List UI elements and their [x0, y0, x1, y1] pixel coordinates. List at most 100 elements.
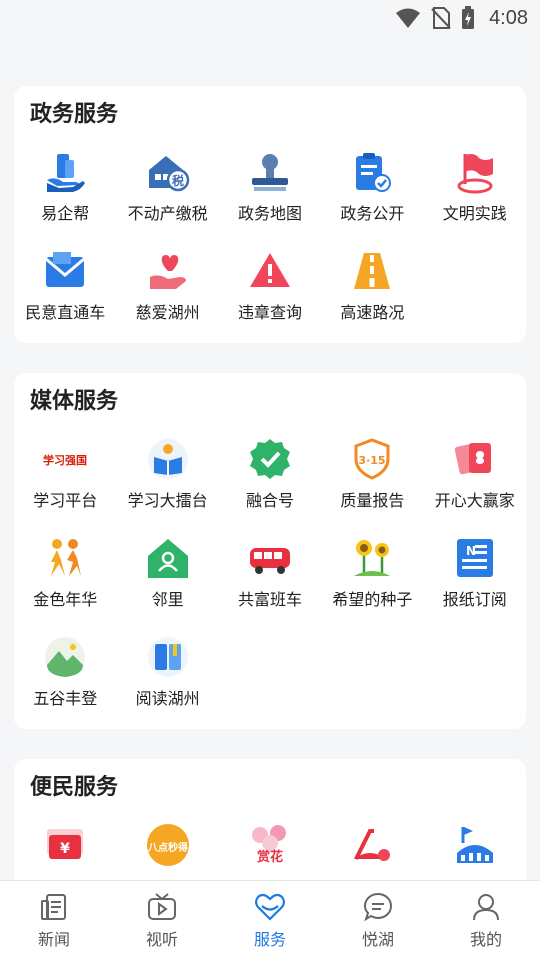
user-icon	[473, 894, 499, 921]
heart-hand-icon	[144, 247, 192, 295]
media-services-card: 媒体服务 学习强国 学习平台 学习大擂台 融合号 3·15 质量报告 开心大赢家…	[14, 373, 526, 729]
service-label: 报纸订阅	[442, 590, 507, 609]
house-tax-icon: 税	[144, 148, 192, 196]
xuexi-logo-icon: 学习强国	[41, 435, 89, 483]
service-label: 政务地图	[237, 204, 302, 223]
heart-services-icon	[255, 893, 285, 921]
service-neighbors[interactable]: 邻里	[116, 534, 218, 610]
service-highway-status[interactable]: 高速路况	[321, 247, 423, 323]
service-newspaper-subscribe[interactable]: N 报纸订阅	[424, 534, 526, 610]
service-quality-report[interactable]: 3·15 质量报告	[321, 435, 423, 511]
stadium-icon	[451, 821, 499, 869]
house-person-icon	[144, 534, 192, 582]
service-label: 学习大擂台	[127, 491, 208, 510]
service-label: 融合号	[245, 491, 294, 510]
news-icon	[41, 894, 66, 920]
tab-label: 新闻	[37, 930, 70, 949]
service-hope-seeds[interactable]: 希望的种子	[321, 534, 423, 610]
service-charity[interactable]: 慈爱湖州	[116, 247, 218, 323]
tab-yuehu[interactable]: 悦湖	[324, 881, 432, 960]
service-label: 政务公开	[340, 204, 405, 223]
service-label: 学习平台	[33, 491, 98, 510]
service-cleaning[interactable]	[321, 821, 423, 877]
svg-text:3·15: 3·15	[359, 454, 386, 467]
tab-label: 我的	[469, 930, 502, 949]
tab-news[interactable]: 新闻	[0, 881, 108, 960]
tv-icon	[148, 893, 176, 920]
tab-mine[interactable]: 我的	[432, 881, 540, 960]
services-scroll-area[interactable]: 政务服务 易企帮 税 不动产缴税 政务地图 政务公开 文明实践 民意直通车 慈爱…	[0, 86, 540, 880]
service-flash-sale[interactable]: 八点秒得	[116, 821, 218, 877]
clipboard-check-icon	[348, 148, 396, 196]
service-label: 高速路况	[340, 303, 405, 322]
convenience-services-card: 便民服务 ¥ 八点秒得 赏花	[14, 759, 526, 880]
svg-text:N: N	[466, 544, 476, 558]
service-violation-query[interactable]: 违章查询	[219, 247, 321, 323]
shield-315-icon: 3·15	[348, 435, 396, 483]
mountain-icon	[41, 633, 89, 681]
service-label: 违章查询	[237, 303, 302, 322]
service-xuexi-arena[interactable]: 学习大擂台	[116, 435, 218, 511]
tab-label: 视听	[145, 930, 178, 949]
tab-video[interactable]: 视听	[108, 881, 216, 960]
service-fusion-account[interactable]: 融合号	[219, 435, 321, 511]
tab-services[interactable]: 服务	[216, 881, 324, 960]
status-time: 4:08	[489, 6, 528, 29]
stamp-icon	[246, 148, 294, 196]
building-hand-icon	[41, 148, 89, 196]
warning-icon	[246, 247, 294, 295]
service-label: 五谷丰登	[33, 689, 98, 708]
service-label: 慈爱湖州	[135, 303, 200, 322]
cards-icon	[451, 435, 499, 483]
verified-badge-icon	[246, 435, 294, 483]
running-people-icon	[41, 534, 89, 582]
service-happy-winner[interactable]: 开心大赢家	[424, 435, 526, 511]
red-envelope-icon: ¥	[41, 821, 89, 869]
service-civilization[interactable]: 文明实践	[424, 148, 526, 224]
flower-icon: 赏花	[246, 821, 294, 869]
flash-sale-icon: 八点秒得	[144, 821, 192, 869]
service-label: 不动产缴税	[127, 204, 208, 223]
bus-icon	[246, 534, 294, 582]
service-label: 民意直通车	[25, 303, 106, 322]
service-read-huzhou[interactable]: 阅读湖州	[116, 633, 218, 709]
tab-label: 悦湖	[361, 930, 394, 949]
service-label: 文明实践	[442, 204, 507, 223]
svg-text:¥: ¥	[60, 841, 70, 857]
service-gov-map[interactable]: 政务地图	[219, 148, 321, 224]
flag-icon	[451, 148, 499, 196]
service-label: 希望的种子	[332, 590, 413, 609]
envelope-icon	[41, 247, 89, 295]
section-title-conv: 便民服务	[30, 775, 119, 800]
service-flower[interactable]: 赏花	[219, 821, 321, 877]
newspaper-icon: N	[451, 534, 499, 582]
service-label: 阅读湖州	[135, 689, 200, 708]
wifi-icon	[396, 8, 421, 28]
service-label: 质量报告	[340, 491, 405, 510]
gov-services-card: 政务服务 易企帮 税 不动产缴税 政务地图 政务公开 文明实践 民意直通车 慈爱…	[14, 86, 526, 343]
service-coupon[interactable]: ¥	[14, 821, 116, 877]
svg-text:八点秒得: 八点秒得	[147, 841, 188, 854]
service-label: 共富班车	[237, 590, 302, 609]
reading-person-icon	[144, 435, 192, 483]
service-property-tax[interactable]: 税 不动产缴税	[116, 148, 218, 224]
service-golden-years[interactable]: 金色年华	[14, 534, 116, 610]
service-harvest[interactable]: 五谷丰登	[14, 633, 116, 709]
service-stadium[interactable]	[424, 821, 526, 877]
service-gov-open[interactable]: 政务公开	[321, 148, 423, 224]
status-bar: 4:08	[0, 0, 540, 36]
service-public-opinion[interactable]: 民意直通车	[14, 247, 116, 323]
service-label: 开心大赢家	[434, 491, 515, 510]
tab-label: 服务	[253, 930, 286, 949]
service-label: 邻里	[151, 590, 184, 609]
service-label: 易企帮	[41, 204, 90, 223]
bottom-tab-bar: 新闻 视听 服务 悦湖 我的	[0, 880, 540, 960]
service-xuexi-platform[interactable]: 学习强国 学习平台	[14, 435, 116, 511]
book-icon	[144, 633, 192, 681]
service-label: 金色年华	[33, 590, 98, 609]
service-common-bus[interactable]: 共富班车	[219, 534, 321, 610]
chat-bubble-icon	[363, 892, 393, 922]
service-yiqibang[interactable]: 易企帮	[14, 148, 116, 224]
svg-text:税: 税	[172, 173, 184, 188]
vacuum-icon	[348, 821, 396, 869]
